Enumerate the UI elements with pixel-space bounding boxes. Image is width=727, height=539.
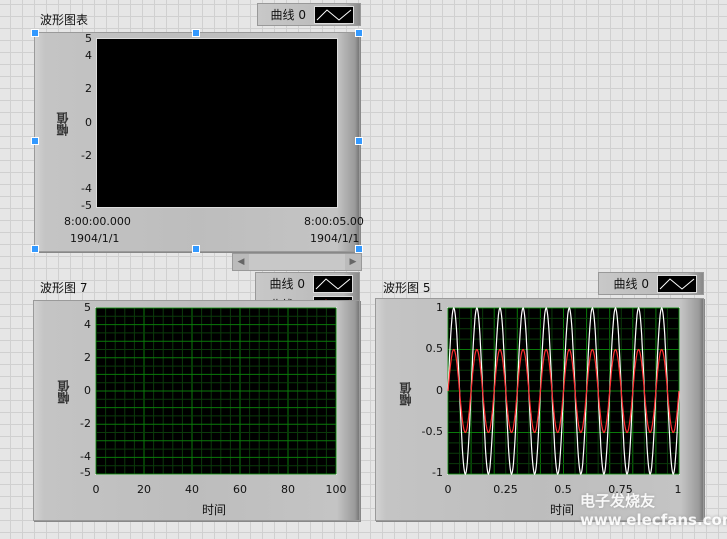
resize-handle[interactable]	[31, 245, 39, 253]
plot-line-icon	[657, 274, 697, 293]
chart1-plot-area[interactable]	[96, 38, 338, 208]
graph7-x-label: 时间	[202, 503, 227, 517]
resize-handle[interactable]	[31, 137, 39, 145]
resize-handle[interactable]	[355, 137, 363, 145]
resize-handle[interactable]	[355, 245, 363, 253]
graph7-x-tick: 80	[281, 483, 295, 496]
graph7-y-tick: 0	[84, 383, 91, 397]
chart1-y-tick: -4	[81, 182, 92, 196]
graph7-x-tick: 60	[233, 483, 247, 496]
graph5-y-tick: 1	[436, 301, 443, 314]
chart1-x-start-date: 1904/1/1	[70, 232, 120, 245]
chart1-x-end-time: 8:00:05.00	[304, 215, 364, 228]
graph7-x-tick: 100	[325, 483, 347, 496]
graph5-y-label: 幅值	[399, 382, 413, 406]
graph5-label: 波形图 5	[383, 281, 431, 295]
graph5-x-tick: 0	[444, 483, 452, 496]
graph7-x-tick: 20	[137, 483, 151, 496]
plot-line-icon	[314, 5, 354, 24]
chart1-scrollbar[interactable]: ◀ ▶	[232, 253, 362, 271]
legend-plot-0-label: 曲线 0	[269, 277, 305, 291]
graph5-y-tick: 0	[436, 383, 443, 397]
chart1-y-tick: 4	[85, 48, 92, 62]
graph5-x-tick: 1	[674, 483, 682, 496]
chart1-x-end-date: 1904/1/1	[310, 232, 360, 245]
graph7-y-tick: -4	[80, 449, 91, 463]
chart1-label: 波形图表	[40, 13, 89, 27]
graph7-plot-area[interactable]	[95, 307, 337, 475]
chart1-y-tick: 0	[85, 115, 92, 129]
watermark-logo: 电子发烧友 www.elecfans.com	[580, 492, 727, 529]
graph7-y-tick: 2	[84, 350, 91, 364]
chart1-y-tick: 2	[85, 82, 92, 96]
graph7-y-tick: -2	[80, 416, 91, 430]
chart1-y-tick: -2	[81, 148, 92, 162]
graph7-x-tick: 40	[185, 483, 199, 496]
legend-plot-0-label: 曲线 0	[270, 8, 306, 22]
graph5-x-label: 时间	[550, 503, 575, 517]
graph5-x-tick: 0.5	[554, 483, 572, 496]
resize-handle[interactable]	[355, 29, 363, 37]
resize-handle[interactable]	[192, 245, 200, 253]
resize-handle[interactable]	[192, 29, 200, 37]
legend-plot-0-label: 曲线 0	[613, 277, 649, 291]
graph7-x-tick: 0	[92, 483, 100, 496]
chart1-y-tick: -5	[81, 199, 92, 212]
graph5-y-tick: -1	[432, 466, 443, 479]
chart1-x-start-time: 8:00:00.000	[64, 215, 131, 228]
graph7-y-tick: 4	[84, 317, 91, 331]
plot-line-icon	[313, 274, 353, 293]
chart1-y-label: 幅值	[56, 112, 70, 136]
graph5-y-tick: 0.5	[425, 342, 444, 356]
graph7-y-tick: -5	[80, 466, 91, 479]
scroll-right-arrow-icon[interactable]: ▶	[345, 254, 361, 270]
graph7-y-tick: 5	[84, 301, 91, 314]
resize-handle[interactable]	[31, 29, 39, 37]
graph5-legend[interactable]: 曲线 0	[598, 272, 704, 295]
scroll-left-arrow-icon[interactable]: ◀	[233, 254, 249, 270]
graph5-x-tick: 0.25	[493, 483, 518, 496]
graph5-plot-area[interactable]	[447, 307, 680, 475]
graph5-x-tick: 0.75	[608, 483, 633, 496]
chart1-legend[interactable]: 曲线 0	[257, 3, 361, 26]
graph7-y-label: 幅值	[57, 380, 71, 404]
graph7-label: 波形图 7	[40, 281, 88, 295]
chart1-y-tick: 5	[85, 32, 92, 45]
graph5-y-tick: -0.5	[421, 424, 443, 438]
